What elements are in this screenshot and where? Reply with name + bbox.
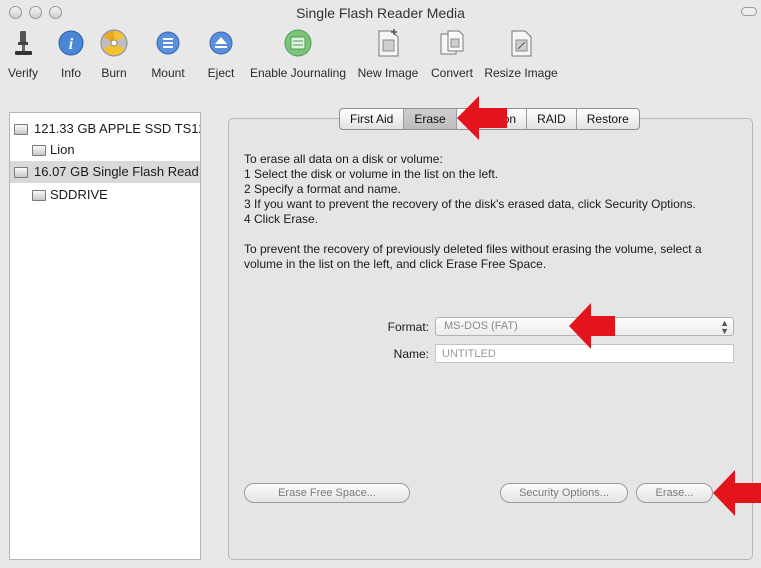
format-label: Format: [387,320,429,334]
annotation-arrow-erase-icon [713,470,761,516]
mount-button[interactable]: Mount [148,28,188,86]
erase-button[interactable]: Erase... [636,483,713,503]
disk-list-sidebar[interactable]: 121.33 GB APPLE SSD TS12 Lion 16.07 GB S… [9,112,201,560]
instruction-line: 4 Click Erase. [244,212,319,226]
annotation-arrow-format-icon [569,303,615,349]
popup-arrows-icon: ▲ ▼ [720,318,729,336]
burn-button[interactable]: Burn [97,28,131,86]
instruction-line: 2 Specify a format and name. [244,182,401,196]
tab-erase[interactable]: Erase [404,109,457,129]
title-bar: Single Flash Reader Media [0,0,761,26]
security-options-button[interactable]: Security Options... [500,483,628,503]
new-image-icon [378,29,399,57]
instruction-line: To erase all data on a disk or volume: [244,152,443,166]
hard-disk-icon [14,124,28,135]
tab-restore[interactable]: Restore [577,109,639,129]
erase-instructions: To erase all data on a disk or volume: 1… [244,152,744,272]
zoom-window-button[interactable] [49,6,62,19]
mount-icon [156,31,180,55]
enable-journaling-button[interactable]: Enable Journaling [248,28,348,86]
tab-raid[interactable]: RAID [527,109,577,129]
convert-icon [440,30,464,55]
microscope-icon [15,31,32,55]
free-space-instruction-line: To prevent the recovery of previously de… [244,242,702,256]
sidebar-item-apple-ssd[interactable]: 121.33 GB APPLE SSD TS12 [10,118,200,140]
sidebar-item-sddrive[interactable]: SDDRIVE [10,184,200,206]
format-value: MS-DOS (FAT) [444,320,518,332]
window-title: Single Flash Reader Media [296,5,465,21]
volume-icon [32,190,46,201]
toolbar-toggle-button[interactable] [741,7,757,16]
free-space-instruction-line: volume in the list on the left, and clic… [244,257,547,271]
disk-utility-window: Single Flash Reader Media Verify i Info [0,0,761,568]
resize-image-button[interactable]: Resize Image [484,28,558,86]
erase-free-space-button[interactable]: Erase Free Space... [244,483,410,503]
annotation-arrow-tab-icon [457,96,507,140]
toolbar: Verify i Info Burn Mount Eject Enable Jo… [0,26,761,88]
flash-disk-icon [14,167,28,178]
svg-text:i: i [69,36,74,53]
verify-button[interactable]: Verify [6,28,40,86]
journaling-icon [284,29,312,57]
resize-image-icon [511,30,532,57]
sidebar-item-lion[interactable]: Lion [10,139,200,161]
eject-button[interactable]: Eject [204,28,238,86]
eject-icon [209,31,233,55]
burn-icon [100,29,128,57]
info-icon: i [58,30,84,56]
instruction-line: 1 Select the disk or volume in the list … [244,167,499,181]
minimize-window-button[interactable] [29,6,42,19]
new-image-button[interactable]: New Image [356,28,420,86]
convert-button[interactable]: Convert [428,28,476,86]
sidebar-item-single-flash-reader[interactable]: 16.07 GB Single Flash Read [10,161,200,183]
info-button[interactable]: i Info [54,28,88,86]
close-window-button[interactable] [9,6,22,19]
name-label: Name: [393,347,429,361]
volume-icon [32,145,46,156]
instruction-line: 3 If you want to prevent the recovery of… [244,197,696,211]
tab-first-aid[interactable]: First Aid [340,109,405,129]
